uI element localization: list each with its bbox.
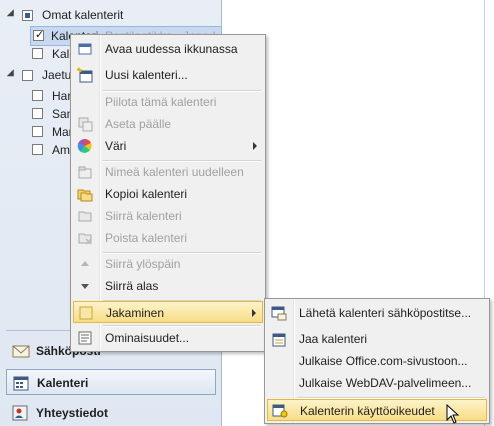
menu-item-email-calendar[interactable]: Lähetä kalenteri sähköpostitse...: [267, 302, 487, 324]
nav-button-calendar[interactable]: Kalenteri: [6, 369, 216, 395]
share-calendar-icon: [271, 331, 287, 347]
menu-item-new-calendar[interactable]: Uusi kalenteri...: [73, 64, 263, 86]
menu-item-rename-calendar: Nimeä kalenteri uudelleen: [73, 161, 263, 183]
menu-item-move-up: Siirrä ylöspäin: [73, 253, 263, 275]
move-down-icon: [77, 278, 93, 294]
submenu-arrow-icon: [253, 142, 257, 150]
tree-item-label: Har: [52, 89, 72, 103]
menu-item-copy-calendar[interactable]: Kopioi kalenteri: [73, 183, 263, 205]
calendar-checkbox[interactable]: [32, 48, 43, 59]
calendar-checkbox[interactable]: [32, 126, 43, 137]
group-checkbox[interactable]: [22, 70, 33, 81]
calendar-icon: [13, 375, 29, 391]
overlay-icon: [77, 116, 93, 132]
menu-item-share-calendar[interactable]: Jaa kalenteri: [267, 328, 487, 350]
properties-icon: [77, 330, 93, 346]
calendar-checkbox[interactable]: [32, 144, 43, 155]
menu-item-sharing[interactable]: Jakaminen: [73, 301, 263, 323]
envelope-icon: [12, 343, 30, 359]
rename-icon: [77, 164, 93, 180]
collapse-arrow-icon[interactable]: [6, 69, 18, 80]
menu-item-move-calendar: Siirrä kalenteri: [73, 205, 263, 227]
new-calendar-icon: [77, 67, 93, 83]
email-calendar-icon: [271, 305, 287, 321]
move-folder-icon: [77, 208, 93, 224]
color-icon: [77, 138, 93, 154]
menu-item-overlay: Aseta päälle: [73, 113, 263, 135]
calendar-checkbox[interactable]: [32, 90, 43, 101]
menu-item-color[interactable]: Väri: [73, 135, 263, 157]
menu-item-open-new-window[interactable]: Avaa uudessa ikkunassa: [73, 38, 263, 60]
calendar-context-menu: Avaa uudessa ikkunassa Uusi kalenteri...…: [70, 34, 266, 352]
submenu-arrow-icon: [252, 309, 256, 317]
move-up-icon: [77, 256, 93, 272]
menu-item-hide-calendar: Piilota tämä kalenteri: [105, 95, 217, 109]
calendar-checkbox[interactable]: [32, 108, 43, 119]
open-window-icon: [77, 41, 93, 57]
menu-item-properties[interactable]: Ominaisuudet...: [73, 327, 263, 349]
nav-button-contacts[interactable]: Yhteystiedot: [6, 400, 216, 426]
tree-group-label: Omat kalenterit: [42, 8, 124, 22]
delete-folder-icon: [77, 230, 93, 246]
group-checkbox[interactable]: [22, 10, 33, 21]
collapse-arrow-icon[interactable]: [6, 9, 18, 20]
menu-item-move-down[interactable]: Siirrä alas: [73, 275, 263, 297]
menu-item-publish-office[interactable]: Julkaise Office.com-sivustoon...: [267, 350, 487, 372]
contacts-icon: [12, 405, 28, 421]
menu-item-delete-calendar: Poista kalenteri: [73, 227, 263, 249]
sharing-icon: [78, 305, 94, 321]
tree-group-own-calendars[interactable]: Omat kalenterit: [4, 6, 214, 24]
menu-item-publish-webdav[interactable]: Julkaise WebDAV-palvelimeen...: [267, 372, 487, 394]
calendar-checkbox[interactable]: ✓: [33, 29, 44, 41]
copy-folder-icon: [77, 186, 93, 202]
calendar-permissions-icon: [272, 403, 288, 419]
mouse-cursor-icon: [446, 404, 460, 424]
